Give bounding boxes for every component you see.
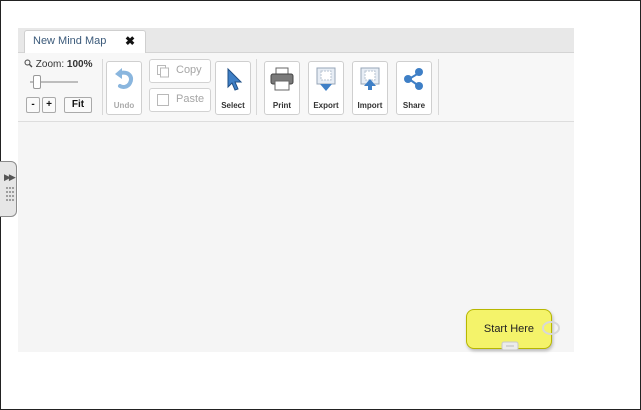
copy-button[interactable]: Copy (149, 59, 211, 83)
paste-icon (157, 94, 169, 106)
zoom-slider-thumb[interactable] (33, 75, 41, 89)
import-button[interactable]: Import (352, 61, 388, 115)
cursor-icon (227, 67, 243, 91)
grip-icon (6, 187, 14, 201)
toolbar-separator (256, 59, 257, 115)
printer-icon (270, 67, 294, 91)
copy-label: Copy (176, 64, 202, 76)
zoom-fit-button[interactable]: Fit (64, 97, 92, 113)
paste-label: Paste (176, 93, 205, 105)
select-label: Select (221, 101, 245, 110)
sidebar-toggle[interactable]: ▶▶ (0, 161, 17, 217)
node-label: Start Here (483, 323, 535, 335)
toolbar-separator (438, 59, 439, 115)
print-button[interactable]: Print (264, 61, 300, 115)
export-icon (316, 67, 336, 91)
undo-label: Undo (113, 101, 135, 110)
add-node-icon[interactable] (541, 320, 561, 336)
zoom-out-button[interactable]: - (26, 97, 40, 113)
import-label: Import (357, 101, 383, 110)
undo-icon (115, 68, 133, 89)
share-button[interactable]: Share (396, 61, 432, 115)
magnifier-icon (24, 59, 33, 68)
tab-bar: New Mind Map ✖ (18, 28, 574, 53)
zoom-text: Zoom: (35, 59, 65, 70)
share-label: Share (402, 101, 426, 110)
tab-new-mind-map[interactable]: New Mind Map ✖ (24, 30, 146, 53)
drag-handle-icon[interactable] (501, 341, 519, 351)
toolbar-separator (102, 59, 103, 115)
zoom-label: Zoom: 100% (24, 59, 92, 70)
share-icon (404, 68, 423, 90)
print-label: Print (272, 101, 292, 110)
expand-arrows-icon: ▶▶ (4, 172, 16, 182)
frame-top (0, 0, 641, 1)
zoom-in-button[interactable]: + (42, 97, 56, 113)
export-label: Export (313, 101, 339, 110)
tab-title: New Mind Map (33, 35, 107, 47)
toolbar: Zoom: 100% - + Fit Undo Copy Paste Selec… (18, 53, 574, 122)
undo-button[interactable]: Undo (106, 61, 142, 115)
import-icon (360, 67, 380, 90)
close-icon[interactable]: ✖ (125, 34, 135, 48)
copy-icon (157, 65, 169, 78)
mindmap-app: New Mind Map ✖ Zoom: 100% - + Fit Undo C… (18, 28, 574, 352)
paste-button[interactable]: Paste (149, 88, 211, 112)
zoom-value: 100% (66, 59, 93, 70)
export-button[interactable]: Export (308, 61, 344, 115)
select-button[interactable]: Select (215, 61, 251, 115)
